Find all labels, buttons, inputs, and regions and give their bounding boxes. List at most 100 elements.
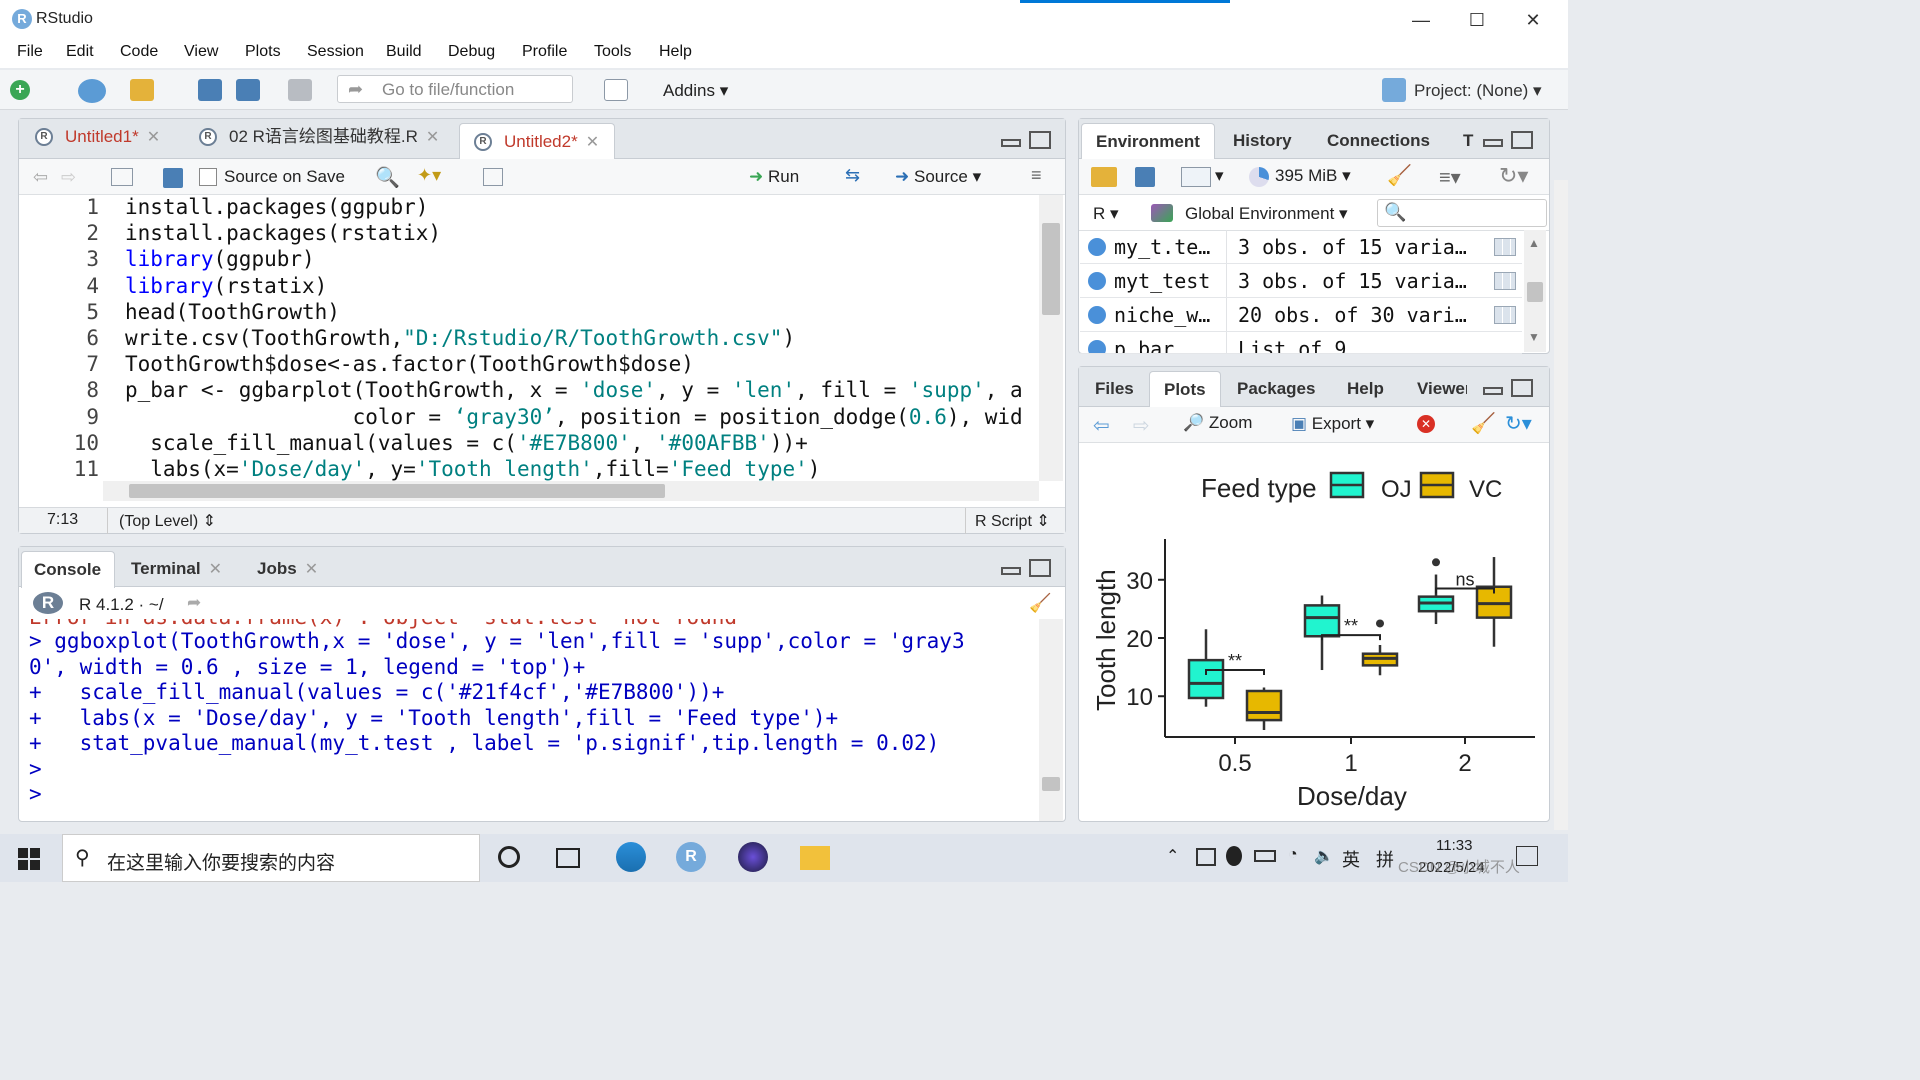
tray-chevron-icon[interactable]: ⌃ [1166,846,1179,866]
menu-file[interactable]: File [17,43,43,61]
battery-icon[interactable] [1254,850,1276,862]
refresh-icon[interactable]: ↻▾ [1499,163,1528,189]
env-row[interactable]: niche_w… 20 obs. of 30 vari… [1080,298,1522,332]
console-vscrollbar[interactable] [1039,619,1063,821]
file-explorer-icon[interactable] [800,846,830,870]
zoom-button[interactable]: 🔎 Zoom [1183,413,1252,433]
close-tab-icon[interactable]: ✕ [209,561,222,578]
menu-profile[interactable]: Profile [522,43,567,61]
list-view-icon[interactable]: ≡▾ [1439,165,1461,190]
maximize-pane-icon[interactable] [1029,559,1051,577]
tab-jobs[interactable]: Jobs ✕ [245,551,325,587]
scope-dropdown[interactable]: Global Environment ▾ [1185,204,1348,224]
menu-session[interactable]: Session [307,43,364,61]
memory-usage[interactable]: 395 MiB ▾ [1275,166,1351,186]
menu-debug[interactable]: Debug [448,43,495,61]
clock-time[interactable]: 11:33 [1436,837,1472,854]
tab-tutorial[interactable]: T [1449,123,1473,159]
task-view-icon[interactable] [498,846,520,868]
source-button[interactable]: ➜ Source ▾ [895,167,981,187]
tab-environment[interactable]: Environment [1081,123,1215,160]
windows-start-icon[interactable] [18,848,40,870]
outline-icon[interactable]: ≡ [1031,165,1042,186]
scroll-thumb[interactable] [129,484,665,498]
env-row[interactable]: my_t.te… 3 obs. of 15 varia… [1080,230,1522,264]
notifications-icon[interactable] [1516,846,1538,866]
minimize-pane-icon[interactable] [1001,139,1021,147]
save-icon[interactable] [198,79,222,101]
rerun-icon[interactable]: ⇆ [845,165,860,186]
tab-history[interactable]: History [1219,123,1309,159]
editor-vscrollbar[interactable] [1039,195,1063,481]
save-workspace-icon[interactable] [1135,167,1155,187]
project-menu[interactable]: Project: (None) ▾ [1414,81,1542,101]
tab-connections[interactable]: Connections [1313,123,1443,159]
scroll-down-icon[interactable]: ▼ [1528,330,1540,344]
tab-files[interactable]: Files [1081,371,1147,407]
env-search-input[interactable]: 🔍 [1377,199,1547,227]
tray-app-icon[interactable] [1196,848,1216,866]
minimize-pane-icon[interactable] [1483,139,1503,147]
maximize-pane-icon[interactable] [1029,131,1051,149]
back-arrow-icon[interactable]: ⇦ [33,167,48,188]
scroll-thumb[interactable] [1042,777,1060,791]
env-vscrollbar[interactable]: ▲ ▼ [1524,230,1546,352]
scroll-thumb[interactable] [1042,223,1060,315]
maximize-button[interactable]: ☐ [1462,6,1492,34]
view-data-grid-icon[interactable] [1494,306,1516,324]
scroll-thumb[interactable] [1527,282,1543,302]
tab-untitled2[interactable]: R Untitled2* ✕ [459,123,615,160]
view-data-grid-icon[interactable] [1494,238,1516,256]
tab-plots[interactable]: Plots [1149,371,1221,408]
taskbar-search[interactable]: ⚲ 在这里输入你要搜索的内容 [62,834,480,882]
editor-hscrollbar[interactable] [103,481,1039,501]
menu-code[interactable]: Code [120,43,158,61]
code-area[interactable]: 1 install.packages(ggpubr) 2 install.packag… [19,195,1039,481]
save-icon[interactable] [163,168,183,188]
magic-wand-icon[interactable]: ✦▾ [417,165,441,186]
app-taskbar-icon[interactable] [738,842,768,872]
tab-help[interactable]: Help [1331,371,1401,407]
pane-layout-icon[interactable] [604,79,628,101]
ime-indicator[interactable]: 英 [1342,846,1360,872]
run-button[interactable]: ➜ Run [749,167,799,187]
goto-dir-icon[interactable]: ➦ [187,593,201,613]
forward-arrow-icon[interactable]: ⇨ [61,167,76,188]
search-icon[interactable]: 🔍 [375,165,400,190]
scroll-up-icon[interactable]: ▲ [1528,236,1540,250]
import-dropdown-icon[interactable]: ▾ [1215,166,1224,186]
console-output[interactable]: Error in as.data.frame(x) : object 'stat… [19,619,1039,821]
source-on-save-checkbox[interactable] [199,168,217,186]
scope-selector[interactable]: (Top Level) ⇕ [119,511,216,531]
goto-file-input[interactable]: ➦ Go to file/function [337,75,573,103]
menu-plots[interactable]: Plots [245,43,281,61]
tab-untitled1[interactable]: R Untitled1* ✕ [21,119,181,155]
tab-r-tutorial[interactable]: R 02 R语言绘图基础教程.R ✕ [185,119,455,155]
remove-plot-icon[interactable]: ✕ [1417,415,1435,433]
maximize-pane-icon[interactable] [1511,131,1533,149]
language-selector[interactable]: R ▾ [1093,204,1119,224]
show-in-window-icon[interactable] [111,168,133,186]
expand-object-icon[interactable] [1088,238,1106,256]
close-tab-icon[interactable]: ✕ [426,129,439,146]
maximize-pane-icon[interactable] [1511,379,1533,397]
compile-report-icon[interactable] [483,168,503,186]
close-tab-icon[interactable]: ✕ [586,134,599,151]
close-button[interactable]: ✕ [1518,6,1548,34]
close-tab-icon[interactable]: ✕ [305,561,318,578]
expand-object-icon[interactable] [1088,272,1106,290]
volume-icon[interactable]: 🔈 [1314,846,1334,866]
clear-broom-icon[interactable]: 🧹 [1387,163,1412,188]
tab-console[interactable]: Console [21,551,115,588]
menu-view[interactable]: View [184,43,218,61]
publish-icon[interactable]: ↻▾ [1505,411,1532,436]
qq-icon[interactable] [1226,846,1242,866]
keyboard-icon[interactable]: 拼 [1376,846,1394,872]
load-workspace-icon[interactable] [1091,167,1117,187]
env-row[interactable]: myt_test 3 obs. of 15 varia… [1080,264,1522,298]
new-file-icon[interactable]: + [10,80,30,100]
menu-build[interactable]: Build [386,43,422,61]
env-row[interactable]: p_bar List of 9 [1080,332,1522,354]
menu-edit[interactable]: Edit [66,43,94,61]
expand-object-icon[interactable] [1088,340,1106,353]
